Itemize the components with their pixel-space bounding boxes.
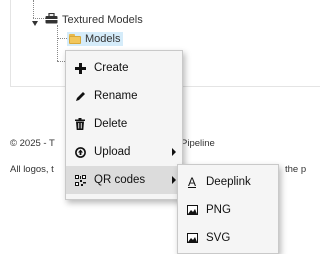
menu-item-label: Delete — [94, 118, 128, 130]
footer-legal-left: All logos, t — [10, 164, 54, 175]
submenu-arrow-icon — [172, 148, 176, 156]
menu-item-label: Deeplink — [206, 176, 251, 188]
expand-toggle-icon[interactable] — [32, 18, 38, 26]
plus-icon — [66, 62, 94, 74]
tree-node-models[interactable]: Models — [67, 32, 124, 46]
underlined-a-icon: A — [187, 175, 196, 189]
footer-legal: All logos, t — [10, 164, 54, 175]
menu-item-label: Rename — [94, 90, 138, 102]
menu-item-label: PNG — [206, 204, 231, 216]
footer-copyright: © 2025 - T — [10, 138, 55, 149]
tree-connector — [57, 61, 65, 62]
menu-item-label: Upload — [94, 146, 131, 158]
menu-item-upload[interactable]: Upload — [66, 138, 182, 166]
footer-legal-right: the p — [285, 164, 307, 175]
menu-item-qr-codes[interactable]: QR codes — [66, 166, 182, 194]
tree-node-label: Models — [85, 33, 121, 45]
pencil-icon — [66, 91, 94, 102]
menu-item-rename[interactable]: Rename — [66, 82, 182, 110]
submenu-item-deeplink[interactable]: A Deeplink — [178, 168, 278, 196]
menu-item-label: SVG — [206, 232, 231, 244]
footer-copyright-left: © 2025 - T — [10, 138, 55, 149]
qr-code-icon — [66, 174, 94, 186]
tree-node-textured-models[interactable]: Textured Models — [32, 12, 143, 27]
folder-icon — [69, 34, 81, 44]
submenu-item-png[interactable]: PNG — [178, 196, 278, 224]
menu-item-label: Create — [94, 62, 129, 74]
submenu-item-svg[interactable]: SVG — [178, 224, 278, 252]
trash-icon — [66, 118, 94, 130]
context-menu: Create Rename Delete Upload QR codes — [65, 50, 183, 200]
footer-copyright-right: Pipeline — [181, 138, 215, 149]
upload-icon — [66, 146, 94, 158]
image-icon — [178, 205, 206, 215]
tree-node-label: Textured Models — [62, 14, 143, 26]
menu-item-delete[interactable]: Delete — [66, 110, 182, 138]
qr-codes-submenu: A Deeplink PNG SVG — [177, 164, 279, 254]
menu-item-create[interactable]: Create — [66, 54, 182, 82]
menu-item-label: QR codes — [94, 174, 146, 186]
briefcase-icon — [45, 12, 58, 27]
tree-connector — [57, 38, 67, 39]
tree-connector — [57, 25, 58, 61]
submenu-arrow-icon — [172, 176, 176, 184]
image-icon — [178, 233, 206, 243]
